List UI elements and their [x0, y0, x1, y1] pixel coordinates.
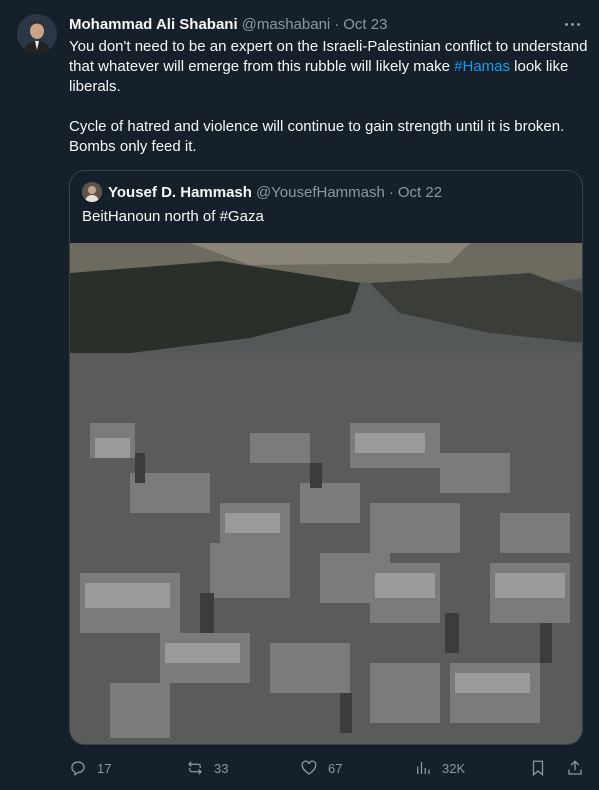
more-icon[interactable] [562, 16, 582, 32]
quoted-header: Yousef D. Hammash @YousefHammash · Oct 2… [82, 182, 442, 202]
tweet-text: You don't need to be an expert on the Is… [69, 37, 589, 157]
tweet[interactable]: Mohammad Ali Shabani @mashabani · Oct 23… [0, 0, 599, 790]
tweet-text-paragraph: Cycle of hatred and violence will contin… [69, 118, 565, 155]
like-button[interactable]: 67 [300, 759, 342, 777]
bookmark-icon [532, 760, 544, 777]
bookmark-button[interactable] [529, 759, 547, 777]
tweet-date[interactable]: Oct 23 [343, 16, 387, 33]
rubble-photo[interactable] [70, 243, 582, 744]
quoted-author-name[interactable]: Yousef D. Hammash [108, 184, 252, 201]
views-icon [417, 762, 430, 774]
retweet-icon [188, 761, 202, 775]
share-button[interactable] [566, 759, 584, 777]
quoted-date[interactable]: Oct 22 [398, 184, 442, 201]
action-bar: 17 33 67 32K [69, 759, 589, 779]
retweet-count: 33 [214, 760, 229, 776]
author-handle[interactable]: @mashabani [242, 16, 331, 33]
quoted-avatar[interactable] [82, 182, 102, 202]
reply-count: 17 [97, 760, 112, 776]
views-count: 32K [442, 760, 466, 776]
views-button[interactable]: 32K [414, 759, 465, 777]
like-count: 67 [328, 760, 343, 776]
separator-dot: · [334, 15, 340, 33]
quoted-text: BeitHanoun north of #Gaza [82, 208, 264, 225]
quoted-tweet[interactable]: Yousef D. Hammash @YousefHammash · Oct 2… [69, 170, 583, 745]
quoted-author-handle[interactable]: @YousefHammash [256, 184, 385, 201]
like-icon [301, 760, 317, 775]
tweet-header: Mohammad Ali Shabani @mashabani · Oct 23 [69, 14, 559, 34]
author-name[interactable]: Mohammad Ali Shabani [69, 16, 238, 33]
share-icon [568, 760, 582, 775]
reply-button[interactable]: 17 [69, 759, 111, 777]
retweet-button[interactable]: 33 [186, 759, 228, 777]
hashtag-link[interactable]: #Hamas [454, 58, 510, 75]
reply-icon [71, 761, 85, 777]
separator-dot: · [388, 183, 394, 201]
author-avatar[interactable] [17, 14, 57, 54]
